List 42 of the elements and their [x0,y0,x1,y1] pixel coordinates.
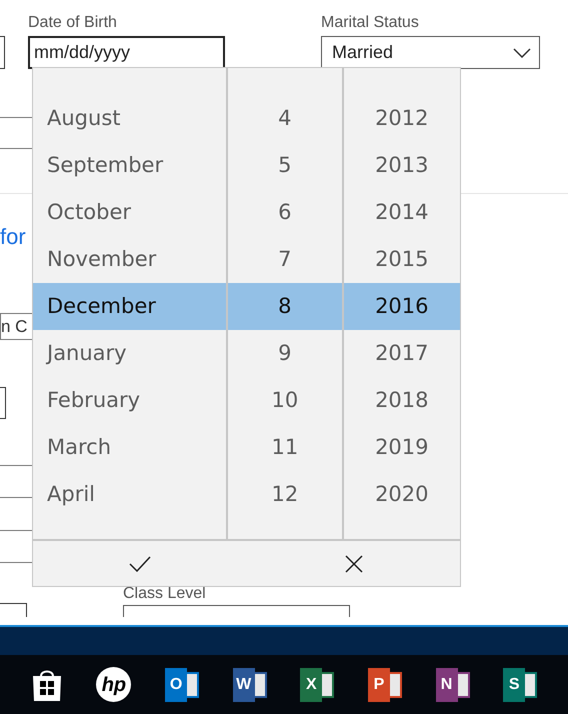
picker-item[interactable]: 2014 [344,189,460,236]
picker-item[interactable]: 2015 [344,236,460,283]
field-label: Marital Status [321,13,420,33]
picker-item[interactable]: October [33,189,226,236]
picker-item[interactable]: November [33,236,226,283]
picker-item[interactable]: 2018 [344,377,460,424]
picker-item[interactable]: February [33,377,226,424]
store-bag-icon[interactable] [30,668,63,702]
section-heading: for [0,223,27,251]
picker-item[interactable]: 7 [228,236,342,283]
picker-item[interactable]: 2017 [344,330,460,377]
field-label: Class Level [123,585,207,603]
input-field[interactable] [0,603,27,617]
input-field[interactable] [0,387,6,419]
picker-item[interactable]: 2020 [344,471,460,518]
picker-item[interactable]: January [33,330,226,377]
chevron-down-icon [513,48,531,58]
picker-item[interactable]: 9 [228,330,342,377]
picker-item[interactable]: 2016 [344,283,460,330]
input-field[interactable] [0,36,5,69]
picker-item[interactable]: September [33,142,226,189]
picker-item[interactable]: December [33,283,226,330]
picker-item[interactable]: 4 [228,95,342,142]
picker-item[interactable]: March [33,424,226,471]
field-value: n C [1,316,28,338]
field-label: Date of Birth [28,13,118,33]
picker-item[interactable]: 5 [228,142,342,189]
class-level-dropdown[interactable] [123,605,350,617]
date-field[interactable]: mm/dd/yyyy [28,36,225,69]
picker-item[interactable]: August [33,95,226,142]
checkmark-icon [129,556,151,572]
picker-item[interactable]: 2013 [344,142,460,189]
hp-logo-icon[interactable]: hp [96,667,132,702]
picker-item[interactable]: 12 [228,471,342,518]
picker-item[interactable]: 8 [228,283,342,330]
picker-item[interactable]: 2012 [344,95,460,142]
close-icon [344,554,362,572]
picker-item[interactable]: 10 [228,377,342,424]
picker-item[interactable]: 2019 [344,424,460,471]
picker-item[interactable]: 11 [228,424,342,471]
picker-item[interactable]: April [33,471,226,518]
picker-item[interactable]: 6 [228,189,342,236]
